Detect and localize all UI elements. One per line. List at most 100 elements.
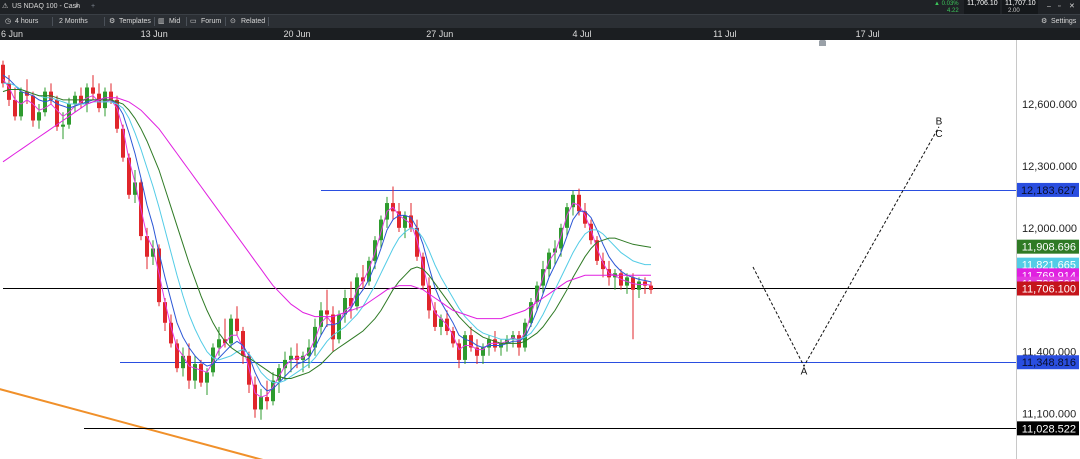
moving-average-line[interactable]	[2, 97, 651, 320]
candle[interactable]	[343, 289, 347, 323]
candle[interactable]	[97, 83, 101, 113]
candle[interactable]	[79, 87, 83, 109]
candle[interactable]	[475, 339, 479, 365]
candle-body	[337, 314, 341, 340]
candle[interactable]	[469, 326, 473, 352]
candle[interactable]	[319, 302, 323, 336]
candle[interactable]	[499, 339, 503, 356]
wave-label: A	[801, 366, 808, 377]
moving-average-line[interactable]	[2, 89, 652, 379]
candle-body	[217, 339, 221, 348]
candle-body	[565, 207, 569, 228]
search-icon[interactable]: ⌕	[75, 0, 79, 14]
bid-quote[interactable]: 11,706.10	[964, 0, 1000, 14]
level-price-tag: 11,028.522	[1017, 421, 1079, 436]
candle-body	[259, 397, 263, 410]
candle-body	[229, 318, 233, 344]
candle[interactable]	[193, 355, 197, 389]
date-axis: 6 Jun 13 Jun 20 Jun 27 Jun 4 Jul 11 Jul 17 Jul	[0, 28, 1016, 40]
candle[interactable]	[595, 236, 599, 265]
candle[interactable]	[457, 339, 461, 369]
candle[interactable]	[589, 219, 593, 245]
candle[interactable]	[637, 277, 641, 299]
restore-icon[interactable]: ▫	[1058, 0, 1060, 14]
candle-body	[637, 281, 641, 290]
candle[interactable]	[625, 273, 629, 294]
plus-icon[interactable]: +	[91, 0, 95, 14]
candle-body	[205, 372, 209, 383]
settings-button[interactable]: Settings	[1051, 15, 1076, 28]
candle[interactable]	[199, 359, 203, 387]
price-tick-label: 12,600.000	[1022, 99, 1077, 111]
price-type-icon: ▥	[158, 18, 165, 25]
candle-body	[61, 124, 65, 127]
moving-average-line[interactable]	[2, 74, 652, 392]
candlestick-chart[interactable]: ABC 12,600.00012,300.00012,000.00011,400…	[0, 40, 1080, 459]
close-icon[interactable]: ✕	[1069, 0, 1075, 14]
candle-body	[325, 310, 329, 315]
candle[interactable]	[235, 306, 239, 336]
forum-icon: ▭	[190, 18, 197, 25]
candle-body	[319, 310, 323, 327]
candle[interactable]	[37, 103, 41, 129]
moving-average-line[interactable]	[2, 78, 652, 398]
candle[interactable]	[391, 186, 395, 220]
candle[interactable]	[451, 326, 455, 348]
candle-body	[235, 318, 239, 332]
templates-button[interactable]: Templates	[119, 15, 151, 28]
price-tick-label: 11,100.000	[1022, 409, 1076, 421]
candle[interactable]	[355, 273, 359, 311]
price-tick-label: 12,300.000	[1022, 161, 1077, 173]
trend-line[interactable]	[0, 387, 267, 459]
moving-average-line[interactable]	[3, 82, 651, 384]
resistance-price-tag-text: 12,183.627	[1021, 185, 1076, 197]
date-tick-label: 13 Jun	[140, 29, 168, 39]
candle[interactable]	[181, 347, 185, 377]
scroll-marker-icon[interactable]	[819, 40, 826, 46]
support-price-tag: 11,348.816	[1017, 355, 1079, 370]
candle-body	[121, 128, 125, 158]
mid-button[interactable]: Mid	[169, 15, 180, 28]
candle-body	[265, 397, 269, 402]
instrument-name[interactable]: US NDAQ 100 - Cash	[12, 0, 80, 14]
gear-icon[interactable]: ⚙	[1041, 15, 1047, 28]
candle[interactable]	[325, 289, 329, 327]
range-selector[interactable]: 2 Months	[59, 15, 88, 28]
warning-icon: ⚠	[2, 3, 9, 10]
candle[interactable]	[73, 91, 77, 113]
candle-body	[31, 95, 35, 121]
candle[interactable]	[259, 388, 263, 420]
title-bar: ⚠ US NDAQ 100 - Cash ⌕ + ▲ 0.03% 4.22 11…	[0, 0, 1080, 14]
current-price-tag: 11,706.100	[1017, 281, 1079, 296]
wave-label: B	[936, 117, 943, 128]
candle[interactable]	[361, 264, 365, 290]
candle[interactable]	[331, 306, 335, 352]
candle-body	[577, 194, 581, 212]
minimize-icon[interactable]: –	[1047, 0, 1051, 14]
candle[interactable]	[229, 314, 233, 348]
candle-body	[199, 364, 203, 383]
date-tick-label: 17 Jul	[855, 29, 880, 39]
candle-body	[403, 215, 407, 228]
candle[interactable]	[463, 331, 467, 365]
candle-body	[649, 285, 653, 290]
candle[interactable]	[613, 269, 617, 290]
candle-body	[193, 364, 197, 381]
candle[interactable]	[349, 281, 353, 319]
candle[interactable]	[253, 376, 257, 418]
related-button[interactable]: Related	[241, 15, 265, 28]
candle-body	[355, 277, 359, 307]
forum-button[interactable]: Forum	[201, 15, 221, 28]
level-price-tag-text: 11,028.522	[1022, 423, 1076, 435]
candle[interactable]	[649, 281, 653, 294]
ask-quote[interactable]: 11,707.10 2.00	[1002, 0, 1038, 14]
candle[interactable]	[547, 248, 551, 278]
timeframe-selector[interactable]: 4 hours	[15, 15, 38, 28]
wave-projection-line[interactable]	[752, 126, 940, 368]
date-tick-label: 11 Jul	[713, 29, 737, 39]
candle[interactable]	[13, 87, 17, 121]
candle-body	[109, 91, 113, 100]
candle[interactable]	[397, 203, 401, 232]
ma-price-tag-text: 11,908.696	[1022, 242, 1076, 254]
candle-body	[163, 302, 167, 323]
